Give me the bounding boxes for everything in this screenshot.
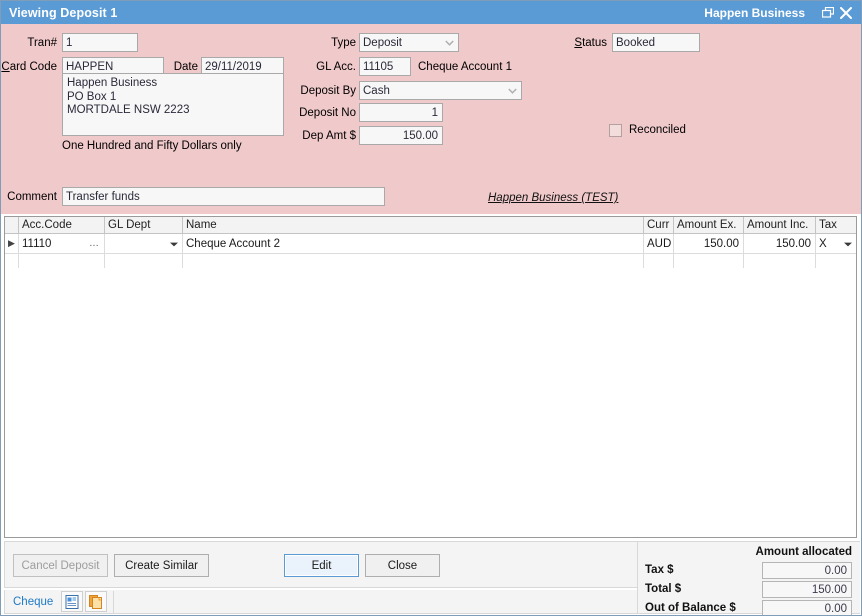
empty-gl-dept-cell[interactable] bbox=[105, 254, 183, 268]
status-bar-filler bbox=[113, 591, 637, 613]
comment-field[interactable]: Transfer funds bbox=[62, 187, 385, 206]
status-field[interactable]: Booked bbox=[612, 33, 700, 52]
empty-curr-cell[interactable] bbox=[644, 254, 674, 268]
lookup-ellipsis-icon[interactable]: … bbox=[89, 238, 100, 249]
table-row[interactable]: ▶ 11110 … Cheque Account 2 AUD 150.00 15… bbox=[5, 234, 856, 254]
document-icon[interactable] bbox=[61, 591, 83, 612]
test-watermark: Happen Business (TEST) bbox=[488, 192, 618, 204]
chevron-down-icon bbox=[441, 34, 458, 51]
type-label: Type bbox=[281, 37, 356, 49]
amount-allocated-title: Amount allocated bbox=[756, 546, 852, 558]
card-address-box[interactable]: Happen Business PO Box 1 MORTDALE NSW 22… bbox=[62, 73, 284, 136]
card-code-label: Card Code bbox=[1, 61, 57, 73]
grid-header-acc-code[interactable]: Acc.Code bbox=[19, 217, 105, 233]
title-bar: Viewing Deposit 1 Happen Business bbox=[1, 1, 861, 24]
close-button[interactable]: Close bbox=[365, 554, 440, 577]
deposit-by-label: Deposit By bbox=[281, 85, 356, 97]
empty-acc-code-cell[interactable] bbox=[19, 254, 105, 268]
chevron-down-icon[interactable] bbox=[844, 238, 852, 250]
grid-header-amount-ex[interactable]: Amount Ex. bbox=[674, 217, 744, 233]
empty-selector-cell bbox=[5, 254, 19, 268]
grid-header-amount-inc[interactable]: Amount Inc. bbox=[744, 217, 816, 233]
amount-allocated-panel: Amount allocated Tax $ 0.00 Total $ 150.… bbox=[637, 541, 860, 614]
empty-tax-cell[interactable] bbox=[816, 254, 856, 268]
row-acc-code-value: 11110 bbox=[22, 238, 51, 250]
grid-header-row: Acc.Code GL Dept Name Curr Amount Ex. Am… bbox=[5, 217, 856, 234]
status-label: Status bbox=[541, 37, 607, 49]
chevron-down-icon bbox=[504, 82, 521, 99]
row-amount-inc-value[interactable]: 150.00 bbox=[744, 234, 816, 253]
comment-label: Comment bbox=[1, 191, 57, 203]
type-select[interactable]: Deposit bbox=[359, 33, 459, 52]
deposit-window: Viewing Deposit 1 Happen Business Tran# … bbox=[0, 0, 862, 616]
deposit-no-label: Deposit No bbox=[281, 107, 356, 119]
date-label: Date bbox=[166, 61, 198, 73]
reconciled-label: Reconciled bbox=[629, 124, 686, 136]
row-name-value[interactable]: Cheque Account 2 bbox=[183, 234, 644, 253]
grid-empty-row[interactable] bbox=[5, 254, 856, 268]
empty-amount-inc-cell[interactable] bbox=[744, 254, 816, 268]
restore-window-icon[interactable] bbox=[819, 3, 837, 22]
row-tax-cell[interactable]: X bbox=[816, 234, 856, 253]
tax-label: Tax $ bbox=[645, 564, 674, 576]
chevron-down-icon[interactable] bbox=[170, 238, 178, 250]
row-selector-icon: ▶ bbox=[5, 234, 19, 253]
type-select-value: Deposit bbox=[363, 37, 441, 49]
empty-name-cell[interactable] bbox=[183, 254, 644, 268]
total-label: Total $ bbox=[645, 583, 681, 595]
grid-header-selector bbox=[5, 217, 19, 233]
close-icon[interactable] bbox=[837, 3, 855, 22]
grid-header-gl-dept[interactable]: GL Dept bbox=[105, 217, 183, 233]
empty-amount-ex-cell[interactable] bbox=[674, 254, 744, 268]
gl-acc-name: Cheque Account 1 bbox=[418, 61, 512, 73]
grid-header-tax[interactable]: Tax bbox=[816, 217, 856, 233]
row-acc-code-cell[interactable]: 11110 … bbox=[19, 234, 105, 253]
grid-header-curr[interactable]: Curr bbox=[644, 217, 674, 233]
gl-acc-field[interactable]: 11105 bbox=[359, 57, 411, 76]
deposit-by-value: Cash bbox=[363, 85, 504, 97]
out-of-balance-value: 0.00 bbox=[762, 600, 852, 616]
action-button-bar: Cancel Deposit Create Similar Edit Close bbox=[4, 541, 637, 588]
tran-number-field[interactable]: 1 bbox=[62, 33, 138, 52]
row-gl-dept-cell[interactable] bbox=[105, 234, 183, 253]
tax-value: 0.00 bbox=[762, 562, 852, 579]
dep-amt-field[interactable]: 150.00 bbox=[359, 126, 443, 145]
window-title: Viewing Deposit 1 bbox=[9, 6, 117, 20]
edit-button[interactable]: Edit bbox=[284, 554, 359, 577]
create-similar-button[interactable]: Create Similar bbox=[114, 554, 209, 577]
row-tax-value: X bbox=[819, 238, 827, 250]
brand-label: Happen Business bbox=[704, 6, 805, 20]
amount-in-words: One Hundred and Fifty Dollars only bbox=[62, 140, 242, 152]
bottom-status-bar: Cheque bbox=[4, 590, 637, 614]
cancel-deposit-button[interactable]: Cancel Deposit bbox=[13, 554, 108, 577]
deposit-by-select[interactable]: Cash bbox=[359, 81, 522, 100]
row-curr-value[interactable]: AUD bbox=[644, 234, 674, 253]
gl-acc-label: GL Acc. bbox=[281, 61, 356, 73]
dep-amt-label: Dep Amt $ bbox=[281, 130, 356, 142]
row-amount-ex-value[interactable]: 150.00 bbox=[674, 234, 744, 253]
copy-pages-icon[interactable] bbox=[85, 591, 107, 612]
deposit-no-field[interactable]: 1 bbox=[359, 103, 443, 122]
reconciled-checkbox[interactable] bbox=[609, 124, 622, 137]
grid-header-name[interactable]: Name bbox=[183, 217, 644, 233]
out-of-balance-label: Out of Balance $ bbox=[645, 602, 736, 614]
line-items-grid[interactable]: Acc.Code GL Dept Name Curr Amount Ex. Am… bbox=[4, 216, 857, 538]
total-value: 150.00 bbox=[762, 581, 852, 598]
tran-label: Tran# bbox=[1, 37, 57, 49]
deposit-header-form: Tran# 1 Card Code HAPPEN Date 29/11/2019… bbox=[1, 24, 861, 214]
cheque-link[interactable]: Cheque bbox=[13, 596, 53, 608]
